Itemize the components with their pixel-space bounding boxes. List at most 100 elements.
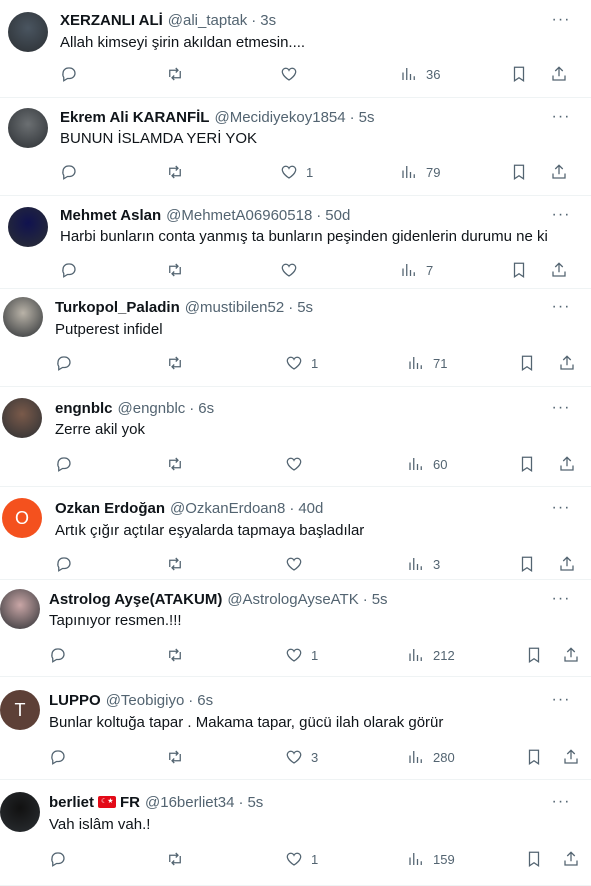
avatar[interactable]: [2, 398, 42, 438]
like-button[interactable]: 1: [285, 353, 318, 373]
user-handle[interactable]: @Teobigiyo: [106, 692, 185, 709]
more-options-icon[interactable]: ···: [551, 690, 571, 710]
views-button[interactable]: 36: [400, 64, 440, 84]
bookmark-button[interactable]: [525, 849, 543, 869]
user-handle[interactable]: @engnblc: [118, 400, 186, 417]
views-button[interactable]: 3: [407, 554, 440, 574]
tweet[interactable]: T LUPPO @Teobigiyo · 6s ··· Bunlar koltuğa tap…: [0, 677, 591, 780]
like-button[interactable]: 1: [280, 162, 313, 182]
reply-button[interactable]: [55, 554, 73, 574]
share-button[interactable]: [550, 64, 568, 84]
tweet[interactable]: XERZANLI ALİ @ali_taptak · 3s ··· Allah kimse…: [0, 0, 591, 98]
display-name[interactable]: berliet: [49, 794, 94, 811]
timestamp[interactable]: 6s: [197, 692, 213, 709]
avatar[interactable]: [0, 589, 40, 629]
more-options-icon[interactable]: ···: [551, 589, 571, 609]
views-button[interactable]: 79: [400, 162, 440, 182]
tweet[interactable]: engnblc @engnblc · 6s ··· Zerre akil yok 60: [0, 387, 591, 487]
timestamp[interactable]: 3s: [260, 12, 276, 29]
views-button[interactable]: 60: [407, 454, 447, 474]
share-button[interactable]: [562, 849, 580, 869]
like-button[interactable]: 3: [285, 747, 318, 767]
display-name[interactable]: Ozkan Erdoğan: [55, 500, 165, 517]
tweet[interactable]: berliet FR@16berliet34·5s ··· Vah islâm vah…: [0, 780, 591, 886]
retweet-button[interactable]: [166, 454, 184, 474]
user-handle[interactable]: @16berliet34: [145, 794, 234, 811]
share-button[interactable]: [562, 747, 580, 767]
tweet[interactable]: O Ozkan Erdoğan @OzkanErdoan8 · 40d ··· Artık …: [0, 487, 591, 580]
display-name[interactable]: engnblc: [55, 400, 113, 417]
retweet-button[interactable]: [166, 353, 184, 373]
reply-button[interactable]: [60, 162, 78, 182]
timestamp[interactable]: 5s: [372, 591, 388, 608]
share-button[interactable]: [558, 454, 576, 474]
timestamp[interactable]: 5s: [247, 794, 263, 811]
more-options-icon[interactable]: ···: [551, 10, 571, 30]
more-options-icon[interactable]: ···: [551, 498, 571, 518]
more-options-icon[interactable]: ···: [551, 398, 571, 418]
user-handle[interactable]: @AstrologAyseATK: [227, 591, 358, 608]
views-button[interactable]: 212: [407, 645, 455, 665]
more-options-icon[interactable]: ···: [551, 205, 571, 225]
timestamp[interactable]: 40d: [298, 500, 323, 517]
avatar[interactable]: O: [2, 498, 42, 538]
like-button[interactable]: 1: [285, 849, 318, 869]
like-button[interactable]: [285, 554, 311, 574]
avatar[interactable]: T: [0, 690, 40, 730]
bookmark-button[interactable]: [525, 645, 543, 665]
reply-button[interactable]: [60, 64, 78, 84]
reply-button[interactable]: [55, 353, 73, 373]
display-name[interactable]: XERZANLI ALİ: [60, 12, 163, 29]
bookmark-button[interactable]: [518, 353, 536, 373]
like-button[interactable]: [280, 64, 306, 84]
like-button[interactable]: [280, 260, 306, 280]
share-button[interactable]: [558, 353, 576, 373]
views-button[interactable]: 71: [407, 353, 447, 373]
tweet[interactable]: Turkopol_Paladin @mustibilen52 · 5s ··· Putpe…: [0, 289, 591, 387]
reply-button[interactable]: [49, 747, 67, 767]
retweet-button[interactable]: [166, 645, 184, 665]
bookmark-button[interactable]: [510, 260, 528, 280]
timestamp[interactable]: 5s: [359, 109, 375, 126]
display-name[interactable]: Mehmet Aslan: [60, 207, 161, 224]
avatar[interactable]: [0, 792, 40, 832]
like-button[interactable]: [285, 454, 311, 474]
display-name[interactable]: Astrolog Ayşe(ATAKUM): [49, 591, 222, 608]
share-button[interactable]: [562, 645, 580, 665]
user-handle[interactable]: @MehmetA06960518: [166, 207, 312, 224]
like-button[interactable]: 1: [285, 645, 318, 665]
views-button[interactable]: 280: [407, 747, 455, 767]
user-handle[interactable]: @OzkanErdoan8: [170, 500, 285, 517]
avatar[interactable]: [3, 297, 43, 337]
bookmark-button[interactable]: [510, 64, 528, 84]
reply-button[interactable]: [55, 454, 73, 474]
retweet-button[interactable]: [166, 64, 184, 84]
views-button[interactable]: 7: [400, 260, 433, 280]
display-name[interactable]: LUPPO: [49, 692, 101, 709]
retweet-button[interactable]: [166, 162, 184, 182]
retweet-button[interactable]: [166, 554, 184, 574]
more-options-icon[interactable]: ···: [551, 792, 571, 812]
bookmark-button[interactable]: [518, 454, 536, 474]
reply-button[interactable]: [49, 849, 67, 869]
display-name[interactable]: Turkopol_Paladin: [55, 299, 180, 316]
retweet-button[interactable]: [166, 260, 184, 280]
avatar[interactable]: [8, 108, 48, 148]
timestamp[interactable]: 50d: [325, 207, 350, 224]
tweet[interactable]: Astrolog Ayşe(ATAKUM) @AstrologAyseATK · 5s…: [0, 580, 591, 677]
share-button[interactable]: [550, 260, 568, 280]
tweet[interactable]: Mehmet Aslan @MehmetA06960518 · 50d ··· Harbi…: [0, 196, 591, 289]
timestamp[interactable]: 5s: [297, 299, 313, 316]
retweet-button[interactable]: [166, 849, 184, 869]
avatar[interactable]: [8, 207, 48, 247]
user-handle[interactable]: @mustibilen52: [185, 299, 284, 316]
display-name[interactable]: Ekrem Ali KARANFİL: [60, 109, 209, 126]
reply-button[interactable]: [49, 645, 67, 665]
avatar[interactable]: [8, 12, 48, 52]
bookmark-button[interactable]: [510, 162, 528, 182]
more-options-icon[interactable]: ···: [551, 107, 571, 127]
tweet[interactable]: Ekrem Ali KARANFİL @Mecidiyekoy1854 · 5s ···…: [0, 98, 591, 196]
user-handle[interactable]: @Mecidiyekoy1854: [214, 109, 345, 126]
bookmark-button[interactable]: [525, 747, 543, 767]
more-options-icon[interactable]: ···: [551, 297, 571, 317]
